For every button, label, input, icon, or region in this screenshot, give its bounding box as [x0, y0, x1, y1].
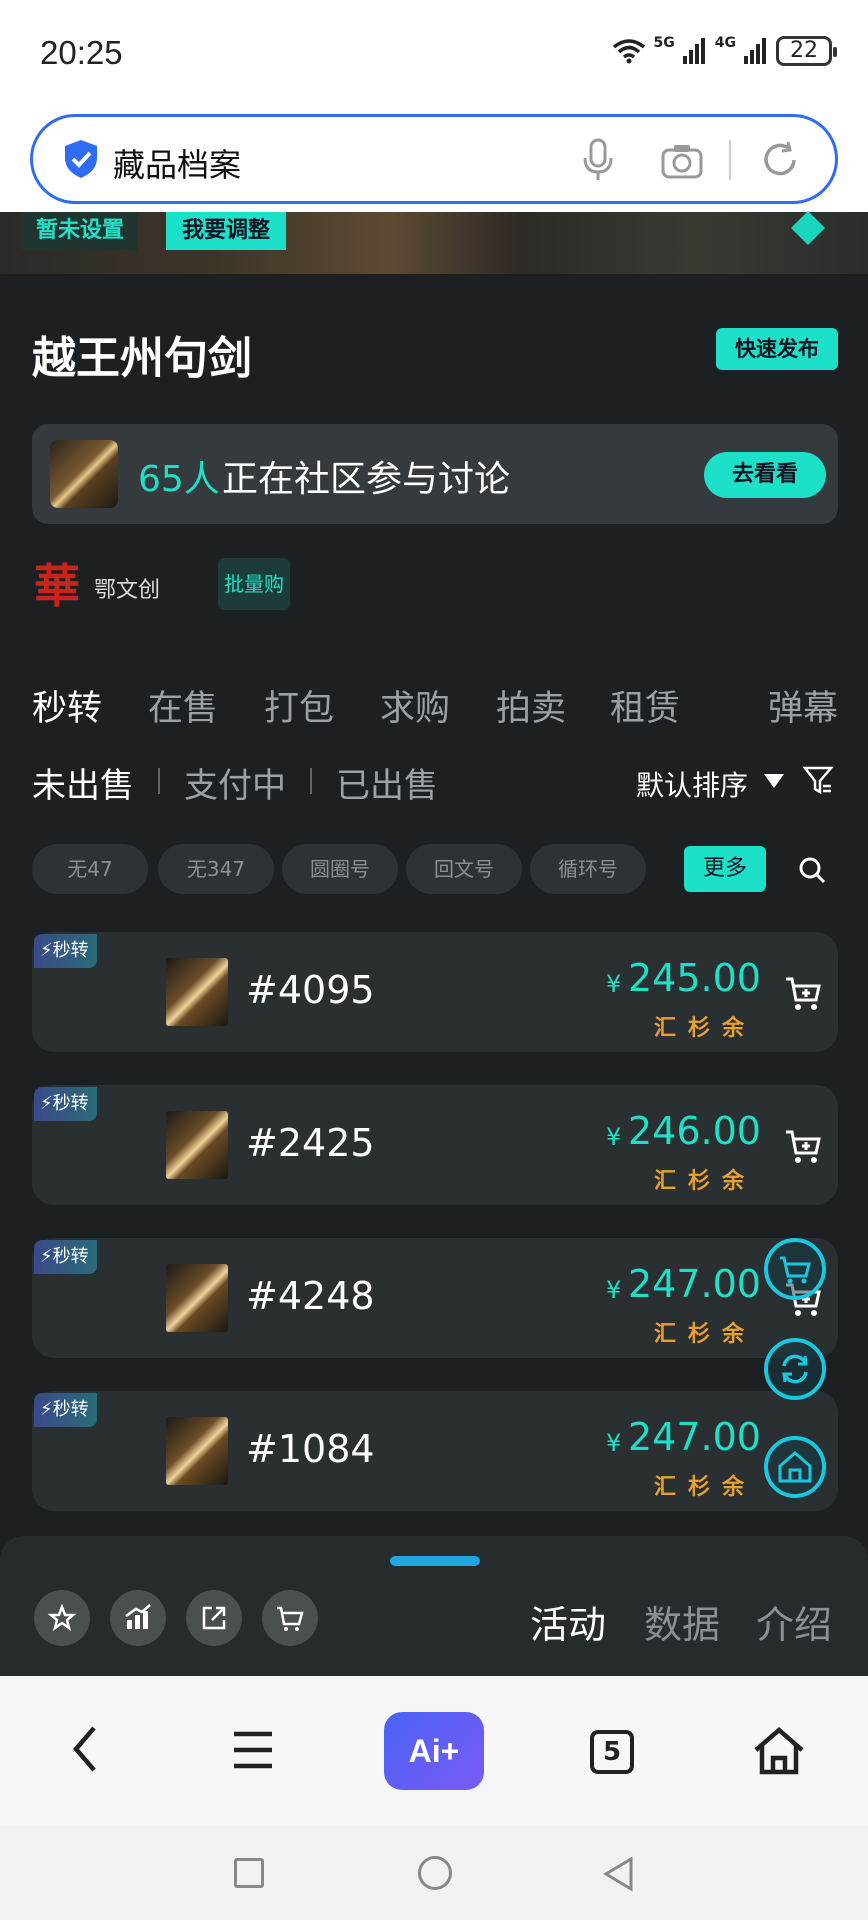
cart-icon	[780, 1256, 811, 1284]
tab-instant-transfer[interactable]: 秒转	[32, 680, 102, 731]
tab-bundle[interactable]: 打包	[264, 680, 334, 731]
star-icon	[47, 1603, 77, 1631]
instant-badge: ⚡秒转	[34, 1087, 97, 1121]
recents-icon[interactable]	[234, 1858, 264, 1888]
home-icon	[778, 1451, 812, 1483]
shield-icon	[65, 140, 97, 178]
battery-icon: 22	[776, 36, 837, 66]
refresh-icon[interactable]	[760, 140, 800, 180]
search-divider	[729, 140, 731, 180]
subtab-unsold[interactable]: 未出售	[32, 758, 134, 807]
instant-badge: ⚡秒转	[34, 1393, 97, 1427]
more-filters-button[interactable]: 更多	[684, 846, 766, 892]
network-5g-label: 5G	[653, 35, 675, 51]
sync-icon	[782, 1354, 808, 1384]
filter-chip[interactable]: 循环号	[530, 844, 646, 894]
signal-icon	[682, 38, 705, 64]
ai-assistant-button[interactable]: Ai+	[384, 1712, 484, 1790]
brand-name[interactable]: 鄂文创	[94, 572, 160, 604]
tab-auction[interactable]: 拍卖	[496, 680, 566, 731]
search-icon[interactable]	[798, 856, 826, 884]
payment-tag: 汇杉余	[654, 1016, 757, 1041]
listing-number: #2425	[246, 1121, 375, 1165]
community-text: 正在社区参与讨论	[222, 459, 511, 500]
stats-button[interactable]	[110, 1590, 166, 1646]
floating-cart-button[interactable]	[764, 1238, 826, 1300]
filter-chip[interactable]: 圆圈号	[282, 844, 398, 894]
share-button[interactable]	[186, 1590, 242, 1646]
listing-price: 246.00	[628, 1109, 761, 1153]
filter-icon[interactable]	[802, 764, 834, 796]
brand-logo[interactable]: 華	[32, 560, 82, 612]
drag-handle[interactable]	[390, 1556, 480, 1566]
favorite-button[interactable]	[34, 1590, 90, 1646]
network-4g-label: 4G	[714, 35, 736, 51]
tab-lease[interactable]: 租赁	[610, 680, 680, 731]
listing-number: #4095	[246, 968, 375, 1012]
tab-danmaku[interactable]: 弹幕	[768, 680, 838, 731]
currency-symbol: ¥	[606, 1276, 622, 1304]
floating-refresh-button[interactable]	[764, 1338, 826, 1400]
go-see-button[interactable]: 去看看	[704, 452, 826, 498]
tab-on-sale[interactable]: 在售	[148, 680, 218, 731]
camera-icon[interactable]	[660, 142, 704, 180]
listing-thumbnail	[166, 1111, 228, 1179]
listing-price: 247.00	[628, 1262, 761, 1306]
status-icons: 5G 4G 22	[612, 35, 837, 66]
cart-icon	[277, 1606, 304, 1631]
search-text[interactable]: 藏品档案	[113, 140, 241, 186]
tab-data[interactable]: 数据	[644, 1594, 720, 1649]
listing-price: 247.00	[628, 1415, 761, 1459]
wifi-icon	[612, 39, 645, 64]
currency-symbol: ¥	[606, 970, 622, 998]
bulk-buy-button[interactable]: 批量购	[218, 558, 290, 610]
banner-unset-tag: 暂未设置	[22, 212, 139, 250]
subtab-paying[interactable]: 支付中	[184, 758, 286, 807]
adjust-button[interactable]: 我要调整	[166, 212, 287, 250]
filter-chip[interactable]: 无347	[158, 844, 274, 894]
floating-home-button[interactable]	[764, 1436, 826, 1498]
system-back-icon[interactable]	[602, 1856, 634, 1892]
listing-number: #1084	[246, 1427, 375, 1471]
system-home-icon[interactable]	[418, 1856, 452, 1890]
caret-down-icon[interactable]	[764, 774, 784, 788]
subtab-divider	[310, 768, 312, 794]
listing-thumbnail	[166, 1264, 228, 1332]
community-thumbnail	[50, 440, 118, 508]
subtab-divider	[158, 768, 160, 794]
tab-wanted[interactable]: 求购	[380, 680, 450, 731]
listing-number: #4248	[246, 1274, 375, 1318]
community-count: 65人	[138, 459, 220, 500]
instant-badge: ⚡秒转	[34, 1240, 97, 1274]
share-icon	[202, 1606, 226, 1630]
tab-intro[interactable]: 介绍	[756, 1594, 832, 1649]
status-time: 20:25	[40, 34, 123, 71]
page-title: 越王州句剑	[32, 333, 252, 384]
filter-chip[interactable]: 回文号	[406, 844, 522, 894]
add-to-cart-icon[interactable]	[784, 976, 824, 1012]
payment-tag: 汇杉余	[654, 1169, 757, 1194]
payment-tag: 汇杉余	[654, 1475, 757, 1500]
add-to-cart-icon[interactable]	[784, 1129, 824, 1165]
listing-thumbnail	[166, 958, 228, 1026]
signal-icon	[744, 38, 766, 64]
listing-price: 245.00	[628, 956, 761, 1000]
home-icon[interactable]	[752, 1726, 806, 1776]
subtab-sold[interactable]: 已出售	[336, 758, 438, 807]
tab-activity[interactable]: 活动	[530, 1594, 606, 1649]
chart-icon	[125, 1604, 151, 1629]
listing-thumbnail	[166, 1417, 228, 1485]
filter-chip[interactable]: 无47	[32, 844, 148, 894]
tabs-button[interactable]: 5	[590, 1730, 634, 1774]
quick-publish-button[interactable]: 快速发布	[716, 328, 838, 370]
sort-dropdown[interactable]: 默认排序	[636, 764, 748, 804]
menu-icon[interactable]	[232, 1730, 274, 1770]
cart-button[interactable]	[262, 1590, 318, 1646]
currency-symbol: ¥	[606, 1123, 622, 1151]
mic-icon[interactable]	[580, 138, 616, 184]
currency-symbol: ¥	[606, 1429, 622, 1457]
instant-badge: ⚡秒转	[34, 934, 97, 968]
back-icon[interactable]	[70, 1724, 100, 1774]
payment-tag: 汇杉余	[654, 1322, 757, 1347]
